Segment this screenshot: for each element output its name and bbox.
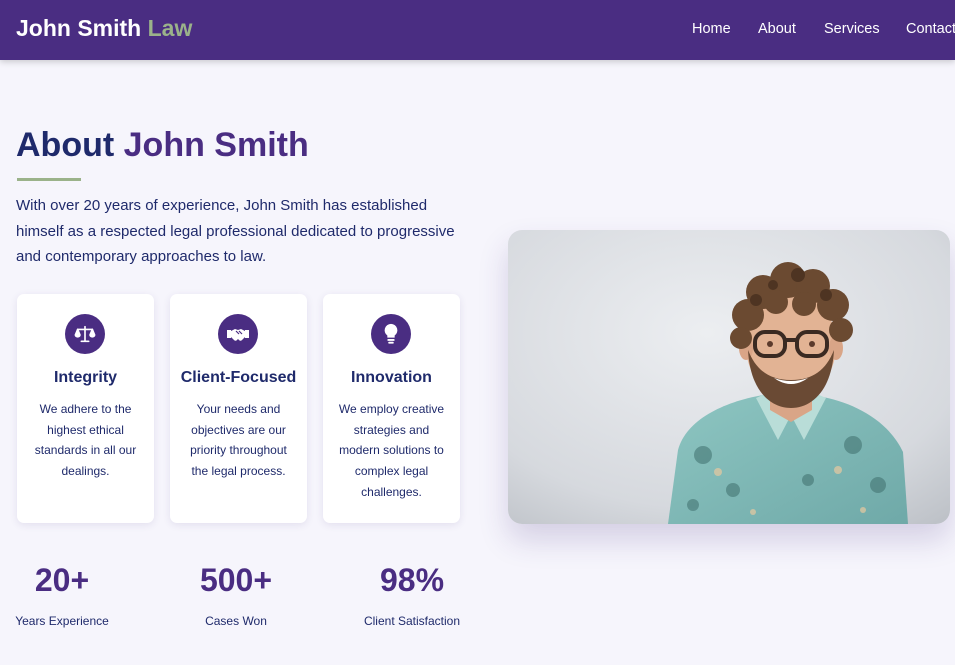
value-card-integrity: Integrity We adhere to the highest ethic… [17,294,154,523]
card-title: Integrity [53,369,118,386]
stat-value-cases: 500+ [199,562,273,598]
nav-link-contact[interactable]: Contact [906,21,955,37]
page-title: About John Smith [16,126,309,165]
title-name: John Smith [123,126,309,164]
title-divider [17,178,81,181]
card-title: Innovation [351,369,432,386]
main-nav: Home About Services Contact [0,21,955,41]
nav-link-about[interactable]: About [758,21,796,37]
stat-value-years: 20+ [34,562,90,598]
scales-icon [65,314,105,354]
card-text: We adhere to the highest ethical standar… [34,402,137,479]
attorney-portrait-photo [508,230,950,524]
value-card-client-focused: Client-Focused Your needs and objectives… [170,294,307,523]
value-card-innovation: Innovation We employ creative strategies… [323,294,460,523]
nav-link-home[interactable]: Home [692,21,731,37]
stat-label-years: Years Experience [15,614,109,628]
site-header: John Smith Law Home About Services Conta… [0,0,955,60]
nav-link-services[interactable]: Services [824,21,880,37]
lightbulb-icon [371,314,411,354]
stat-label-satisfaction: Client Satisfaction [363,614,461,628]
stat-label-cases: Cases Won [205,614,267,628]
handshake-icon [218,314,258,354]
card-text: Your needs and objectives are our priori… [190,402,287,479]
stat-value-satisfaction: 98% [379,562,445,598]
card-title: Client-Focused [180,369,297,386]
card-text: We employ creative strategies and modern… [338,402,445,499]
title-prefix: About [16,126,115,164]
intro-paragraph: With over 20 years of experience, John S… [16,197,455,265]
